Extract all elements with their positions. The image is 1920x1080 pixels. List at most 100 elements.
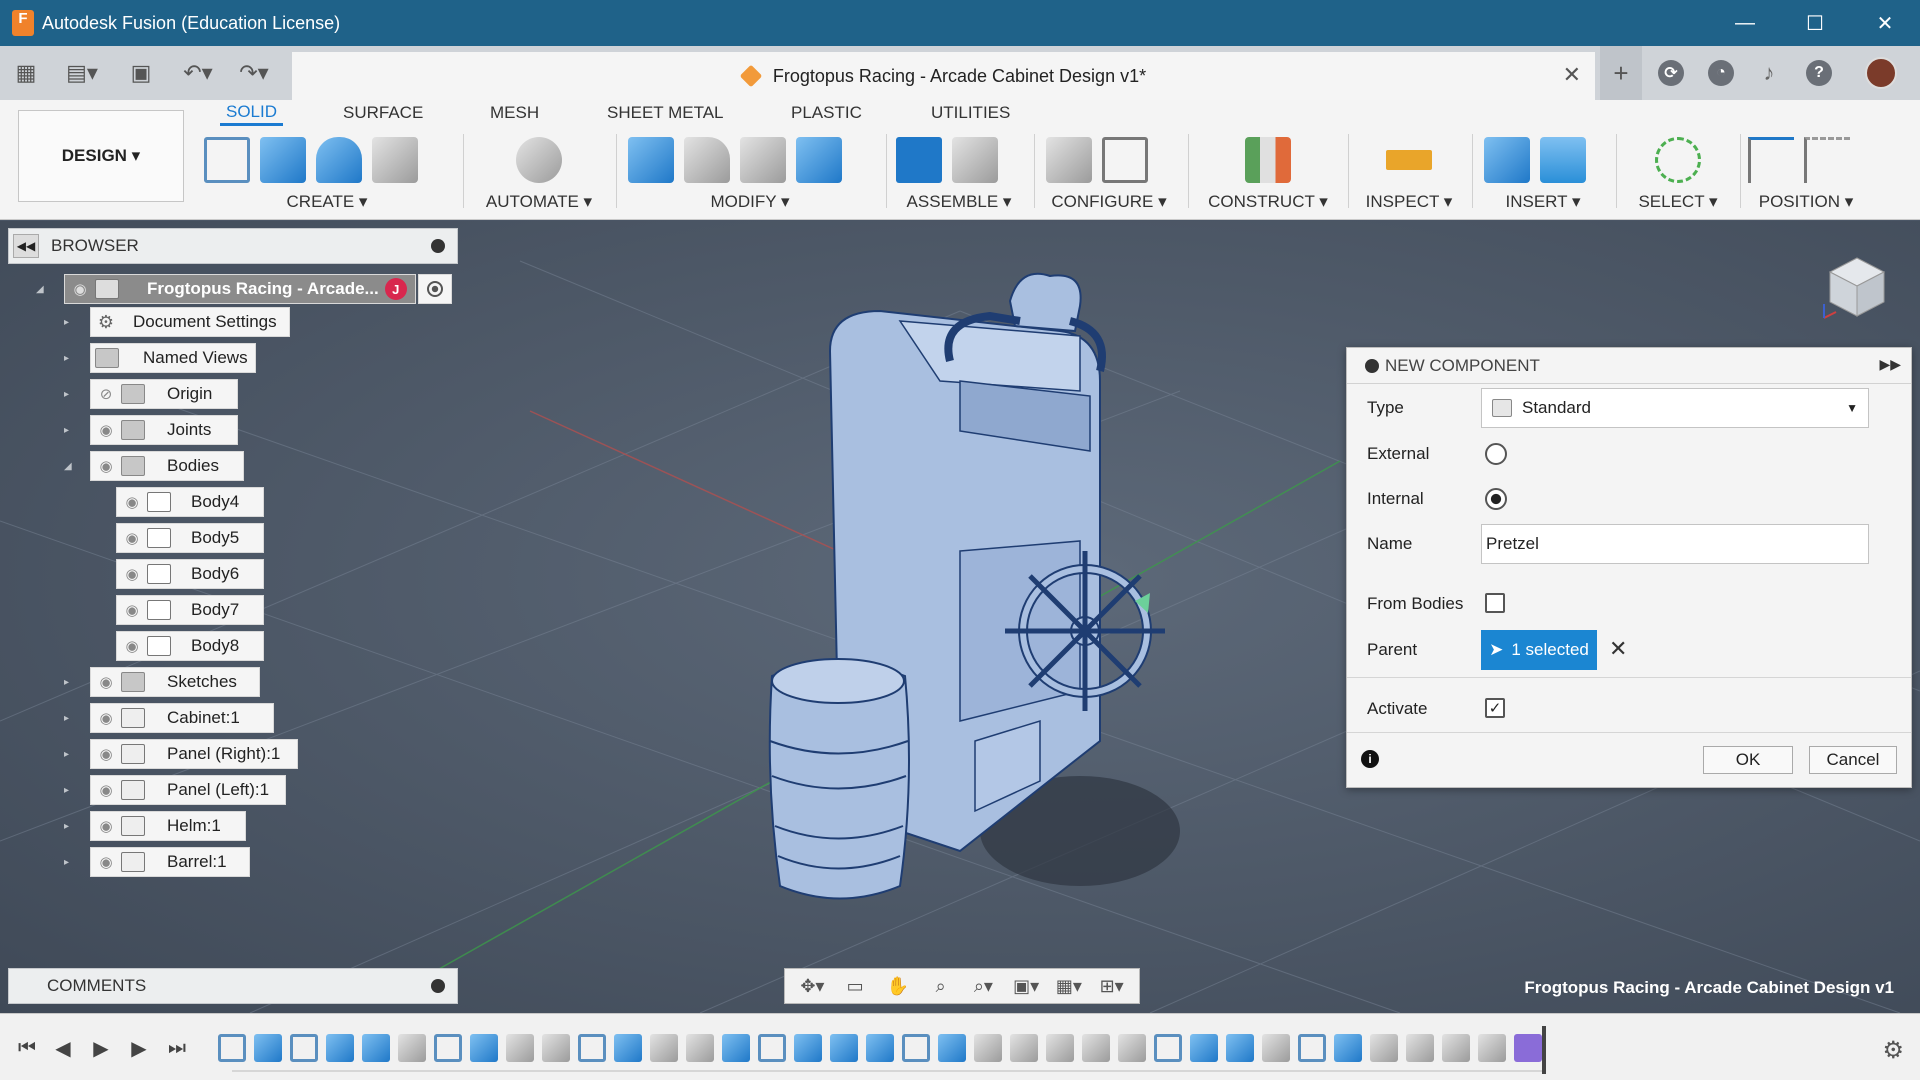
visibility-eye-icon[interactable]: ◉ bbox=[91, 452, 121, 480]
visibility-eye-icon[interactable]: ◉ bbox=[91, 704, 121, 732]
extrude-feature-icon[interactable] bbox=[362, 1034, 390, 1062]
sketch-feature-icon[interactable] bbox=[1298, 1034, 1326, 1062]
expand-arrow-icon[interactable]: ▸ bbox=[64, 389, 74, 400]
notifications-icon[interactable]: ♪ bbox=[1748, 46, 1790, 100]
configure-menu-label[interactable]: CONFIGURE ▾ bbox=[1046, 192, 1172, 212]
browser-item-body6[interactable]: ◉ Body6 bbox=[116, 559, 264, 589]
sketch-feature-icon[interactable] bbox=[290, 1034, 318, 1062]
position-menu-label[interactable]: POSITION ▾ bbox=[1748, 192, 1864, 212]
inspect-menu-label[interactable]: INSPECT ▾ bbox=[1358, 192, 1460, 212]
look-at-icon[interactable]: ▭ bbox=[842, 975, 868, 997]
dialog-expand-icon[interactable]: ▶▶ bbox=[1879, 356, 1901, 373]
configuration-table-icon[interactable] bbox=[1102, 137, 1148, 183]
tab-solid[interactable]: SOLID bbox=[220, 100, 284, 126]
insert-group[interactable]: INSERT ▾ bbox=[1484, 132, 1602, 216]
form-feature-icon[interactable] bbox=[686, 1034, 714, 1062]
browser-item-body7[interactable]: ◉ Body7 bbox=[116, 595, 264, 625]
visibility-eye-icon[interactable]: ◉ bbox=[117, 560, 147, 588]
position-group[interactable]: POSITION ▾ bbox=[1748, 132, 1864, 216]
configure-design-icon[interactable] bbox=[1046, 137, 1092, 183]
create-menu-label[interactable]: CREATE ▾ bbox=[204, 192, 450, 212]
new-component-icon[interactable] bbox=[896, 137, 942, 183]
extrude-feature-icon[interactable] bbox=[470, 1034, 498, 1062]
offset-plane-icon[interactable] bbox=[1245, 137, 1291, 183]
browser-item-cabinet[interactable]: ◉ Cabinet:1 bbox=[90, 703, 274, 733]
workspace-switcher-button[interactable]: DESIGN ▾ bbox=[18, 110, 184, 202]
browser-item-document-settings[interactable]: ⚙ Document Settings bbox=[90, 307, 290, 337]
close-window-button[interactable]: ✕ bbox=[1850, 0, 1920, 46]
revolve-feature-icon[interactable] bbox=[1226, 1034, 1254, 1062]
browser-header[interactable]: ◀◀ BROWSER bbox=[8, 228, 458, 264]
view-cube[interactable] bbox=[1822, 252, 1892, 322]
tab-plastic[interactable]: PLASTIC bbox=[791, 100, 862, 126]
browser-item-panel-right[interactable]: ◉ Panel (Right):1 bbox=[90, 739, 298, 769]
job-status-icon[interactable]: ◔ bbox=[1700, 46, 1742, 100]
create-group[interactable]: CREATE ▾ bbox=[204, 132, 450, 216]
insert-image-icon[interactable] bbox=[1540, 137, 1586, 183]
extrude-feature-icon[interactable] bbox=[866, 1034, 894, 1062]
timeline-step-forward-icon[interactable]: ▶ bbox=[124, 1034, 154, 1062]
mirror-feature-icon[interactable] bbox=[506, 1034, 534, 1062]
display-settings-icon[interactable]: ▣▾ bbox=[1013, 975, 1039, 997]
timeline-end-icon[interactable]: ⏭ bbox=[162, 1034, 192, 1062]
hole-icon[interactable] bbox=[372, 137, 418, 183]
sketch-feature-icon[interactable] bbox=[1154, 1034, 1182, 1062]
component-feature-icon[interactable] bbox=[1370, 1034, 1398, 1062]
select-group[interactable]: SELECT ▾ bbox=[1628, 132, 1728, 216]
measure-icon[interactable] bbox=[1386, 150, 1432, 170]
browser-minimize-icon[interactable] bbox=[431, 239, 445, 253]
construct-group[interactable]: CONSTRUCT ▾ bbox=[1200, 132, 1336, 216]
browser-item-sketches[interactable]: ◉ Sketches bbox=[90, 667, 260, 697]
active-feature-icon[interactable] bbox=[1514, 1034, 1542, 1062]
collapse-browser-icon[interactable]: ◀◀ bbox=[13, 234, 39, 258]
grid-settings-icon[interactable]: ▦▾ bbox=[1056, 975, 1082, 997]
select-lasso-icon[interactable] bbox=[1655, 137, 1701, 183]
viewports-icon[interactable]: ⊞▾ bbox=[1099, 975, 1125, 997]
expand-arrow-icon[interactable]: ▸ bbox=[64, 821, 74, 832]
automate-group[interactable]: AUTOMATE ▾ bbox=[476, 132, 602, 216]
internal-radio[interactable] bbox=[1485, 488, 1507, 510]
expand-arrow-icon[interactable]: ▸ bbox=[64, 677, 74, 688]
extrude-feature-icon[interactable] bbox=[614, 1034, 642, 1062]
move-feature-icon[interactable] bbox=[1406, 1034, 1434, 1062]
visibility-eye-icon[interactable]: ◉ bbox=[91, 416, 121, 444]
revolve-feature-icon[interactable] bbox=[938, 1034, 966, 1062]
sketch-feature-icon[interactable] bbox=[434, 1034, 462, 1062]
capture-position-icon[interactable] bbox=[1748, 137, 1794, 183]
orbit-icon[interactable]: ✥▾ bbox=[799, 975, 825, 997]
help-icon[interactable]: ? bbox=[1798, 46, 1840, 100]
new-tab-button[interactable]: + bbox=[1600, 46, 1642, 100]
insert-menu-label[interactable]: INSERT ▾ bbox=[1484, 192, 1602, 212]
revolve-feature-icon[interactable] bbox=[794, 1034, 822, 1062]
expand-arrow-icon[interactable]: ▸ bbox=[64, 713, 74, 724]
component-feature-icon[interactable] bbox=[1442, 1034, 1470, 1062]
assemble-menu-label[interactable]: ASSEMBLE ▾ bbox=[896, 192, 1022, 212]
browser-item-joints[interactable]: ◉ Joints bbox=[90, 415, 238, 445]
visibility-eye-icon[interactable]: ◉ bbox=[91, 668, 121, 696]
pan-hand-icon[interactable]: ✋ bbox=[885, 975, 911, 997]
extrude-feature-icon[interactable] bbox=[254, 1034, 282, 1062]
from-bodies-checkbox[interactable] bbox=[1485, 593, 1505, 613]
expand-arrow-icon[interactable]: ▸ bbox=[64, 353, 74, 364]
assemble-group[interactable]: ASSEMBLE ▾ bbox=[896, 132, 1022, 216]
select-menu-label[interactable]: SELECT ▾ bbox=[1628, 192, 1728, 212]
fillet-feature-icon[interactable] bbox=[398, 1034, 426, 1062]
browser-item-named-views[interactable]: Named Views bbox=[90, 343, 256, 373]
expand-arrow-icon[interactable]: ▸ bbox=[64, 317, 74, 328]
combine-icon[interactable] bbox=[796, 137, 842, 183]
construct-feature-icon[interactable] bbox=[1118, 1034, 1146, 1062]
sketch-feature-icon[interactable] bbox=[218, 1034, 246, 1062]
fillet-icon[interactable] bbox=[684, 137, 730, 183]
pattern-feature-icon[interactable] bbox=[542, 1034, 570, 1062]
user-avatar[interactable] bbox=[1860, 46, 1902, 100]
create-sketch-icon[interactable] bbox=[204, 137, 250, 183]
dialog-collapse-icon[interactable] bbox=[1365, 358, 1379, 373]
extrude-feature-icon[interactable] bbox=[326, 1034, 354, 1062]
extrude-feature-icon[interactable] bbox=[1334, 1034, 1362, 1062]
close-tab-icon[interactable]: ✕ bbox=[1563, 62, 1581, 88]
revert-position-icon[interactable] bbox=[1804, 137, 1850, 183]
collapse-arrow-icon[interactable]: ◢ bbox=[64, 461, 74, 472]
modify-group[interactable]: MODIFY ▾ bbox=[628, 132, 872, 216]
visibility-eye-icon[interactable]: ◉ bbox=[117, 524, 147, 552]
sketch-feature-icon[interactable] bbox=[902, 1034, 930, 1062]
